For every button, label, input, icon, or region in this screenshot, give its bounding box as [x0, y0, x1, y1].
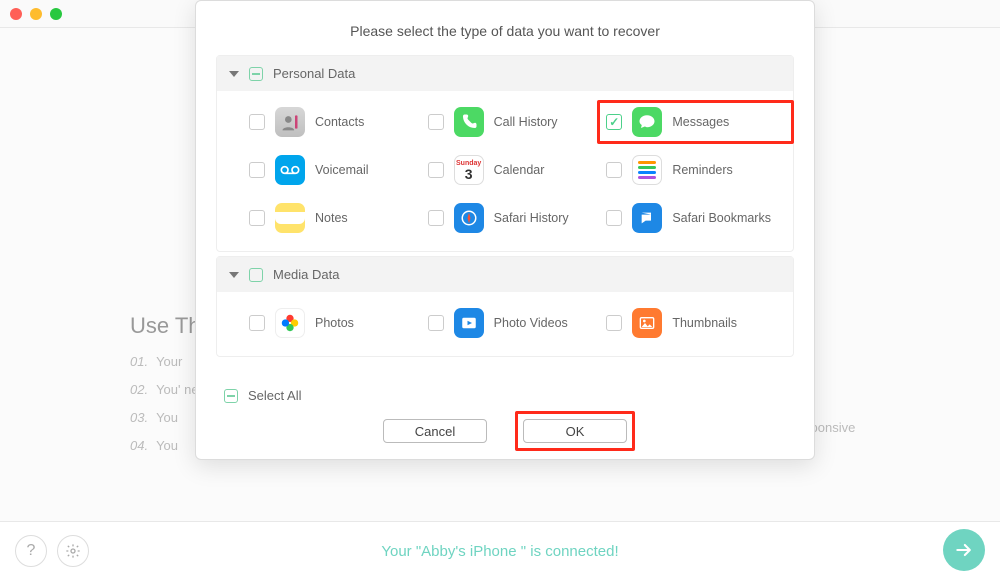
footer-status: Your "Abby's iPhone " is connected! [381, 543, 618, 560]
label-callhistory: Call History [494, 115, 558, 129]
group-checkbox[interactable] [249, 268, 263, 282]
checkbox-photos[interactable] [249, 315, 265, 331]
notes-icon [275, 203, 305, 233]
group-title: Personal Data [273, 66, 355, 81]
label-safarihistory: Safari History [494, 211, 569, 225]
checkbox-contacts[interactable] [249, 114, 265, 130]
select-all-checkbox[interactable] [224, 389, 238, 403]
data-group: Personal Data Contacts Call History Message… [216, 55, 794, 252]
chevron-down-icon [229, 71, 239, 77]
label-photovideos: Photo Videos [494, 316, 568, 330]
checkbox-calendar[interactable] [428, 162, 444, 178]
label-notes: Notes [315, 211, 348, 225]
label-photos: Photos [315, 316, 354, 330]
checkbox-voicemail[interactable] [249, 162, 265, 178]
checkbox-safaribookmarks[interactable] [606, 210, 622, 226]
chevron-down-icon [229, 272, 239, 278]
group-checkbox[interactable] [249, 67, 263, 81]
next-button[interactable] [943, 529, 985, 571]
data-type-safarihistory[interactable]: Safari History [428, 203, 607, 233]
label-contacts: Contacts [315, 115, 364, 129]
data-type-photovideos[interactable]: Photo Videos [428, 308, 607, 338]
label-calendar: Calendar [494, 163, 545, 177]
group-header[interactable]: Media Data [217, 257, 793, 292]
label-reminders: Reminders [672, 163, 732, 177]
help-button[interactable]: ? [15, 535, 47, 567]
checkbox-photovideos[interactable] [428, 315, 444, 331]
videos-icon [454, 308, 484, 338]
close-window-button[interactable] [10, 8, 22, 20]
ok-button[interactable]: OK [523, 419, 627, 443]
label-safaribookmarks: Safari Bookmarks [672, 211, 771, 225]
data-type-thumbnails[interactable]: Thumbnails [606, 308, 785, 338]
group-header[interactable]: Personal Data [217, 56, 793, 91]
msg-icon [632, 107, 662, 137]
label-messages: Messages [672, 115, 729, 129]
data-type-notes[interactable]: Notes [249, 203, 428, 233]
footer-bar: ? Your "Abby's iPhone " is connected! [0, 521, 1000, 581]
group-body: Contacts Call History Messages Voicemail Sun… [217, 91, 793, 251]
data-type-voicemail[interactable]: Voicemail [249, 155, 428, 185]
minimize-window-button[interactable] [30, 8, 42, 20]
thumbs-icon [632, 308, 662, 338]
cancel-button[interactable]: Cancel [383, 419, 487, 443]
label-thumbnails: Thumbnails [672, 316, 737, 330]
calendar-icon: Sunday3 [454, 155, 484, 185]
checkbox-reminders[interactable] [606, 162, 622, 178]
group-title: Media Data [273, 267, 339, 282]
call-icon [454, 107, 484, 137]
checkbox-callhistory[interactable] [428, 114, 444, 130]
checkbox-notes[interactable] [249, 210, 265, 226]
data-type-safaribookmarks[interactable]: Safari Bookmarks [606, 203, 785, 233]
safari-icon [454, 203, 484, 233]
voicemail-icon [275, 155, 305, 185]
select-all-label: Select All [248, 388, 301, 403]
data-group: Media Data Photos Photo Videos Thumbnails [216, 256, 794, 357]
checkbox-safarihistory[interactable] [428, 210, 444, 226]
checkbox-thumbnails[interactable] [606, 315, 622, 331]
photos-icon [275, 308, 305, 338]
checkbox-messages[interactable] [606, 114, 622, 130]
data-type-contacts[interactable]: Contacts [249, 107, 428, 137]
reminders-icon [632, 155, 662, 185]
settings-button[interactable] [57, 535, 89, 567]
data-type-photos[interactable]: Photos [249, 308, 428, 338]
contacts-icon [275, 107, 305, 137]
highlight-messages: Messages [597, 100, 794, 144]
data-type-reminders[interactable]: Reminders [606, 155, 785, 185]
data-type-calendar[interactable]: Sunday3 Calendar [428, 155, 607, 185]
zoom-window-button[interactable] [50, 8, 62, 20]
modal-title: Please select the type of data you want … [196, 1, 814, 55]
data-type-messages[interactable]: Messages [606, 107, 785, 137]
bookmark-icon [632, 203, 662, 233]
select-data-modal: Please select the type of data you want … [195, 0, 815, 460]
data-type-callhistory[interactable]: Call History [428, 107, 607, 137]
label-voicemail: Voicemail [315, 163, 369, 177]
group-body: Photos Photo Videos Thumbnails [217, 292, 793, 356]
modal-data-area: Personal Data Contacts Call History Message… [196, 55, 814, 380]
